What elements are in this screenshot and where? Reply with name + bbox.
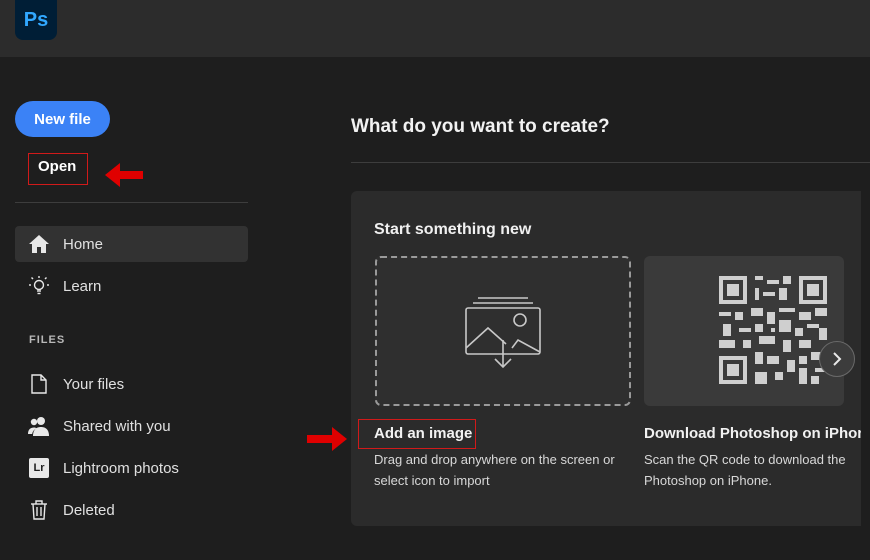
top-bar: Ps bbox=[0, 0, 870, 57]
sidebar-item-your-files[interactable]: Your files bbox=[15, 366, 248, 402]
sidebar-item-deleted[interactable]: Deleted bbox=[15, 492, 248, 528]
photoshop-logo: Ps bbox=[15, 0, 57, 40]
files-section-heading: FILES bbox=[29, 334, 66, 346]
qr-code-card[interactable] bbox=[644, 256, 844, 406]
page-title: What do you want to create? bbox=[351, 116, 610, 137]
add-image-description-line2: select icon to import bbox=[374, 473, 490, 488]
image-import-icon bbox=[465, 297, 541, 369]
annotation-arrow-right-icon bbox=[307, 427, 347, 451]
title-divider bbox=[351, 162, 870, 163]
sidebar-item-label: Lightroom photos bbox=[63, 459, 179, 477]
add-image-title[interactable]: Add an image bbox=[374, 425, 472, 442]
sidebar-item-home[interactable]: Home bbox=[15, 226, 248, 262]
sidebar-item-label: Learn bbox=[63, 277, 102, 295]
people-icon bbox=[28, 415, 50, 437]
download-iphone-description-line2: Photoshop on iPhone. bbox=[644, 473, 772, 488]
sidebar-item-shared[interactable]: Shared with you bbox=[15, 408, 248, 444]
trash-icon bbox=[28, 499, 50, 521]
sidebar-divider bbox=[15, 202, 248, 203]
sidebar-item-label: Deleted bbox=[63, 501, 115, 519]
sidebar-item-learn[interactable]: Learn bbox=[15, 268, 248, 304]
add-image-description-line1: Drag and drop anywhere on the screen or bbox=[374, 452, 615, 467]
annotation-arrow-left-icon bbox=[105, 163, 143, 187]
sidebar-item-label: Your files bbox=[63, 375, 125, 393]
new-file-button[interactable]: New file bbox=[15, 101, 110, 137]
sidebar-item-lightroom[interactable]: Lr Lightroom photos bbox=[15, 450, 248, 486]
home-icon bbox=[28, 233, 50, 255]
download-iphone-description-line1: Scan the QR code to download the bbox=[644, 452, 846, 467]
open-button[interactable]: Open bbox=[28, 153, 88, 185]
qr-code-icon bbox=[719, 276, 827, 384]
sidebar-item-label: Home bbox=[63, 235, 104, 253]
add-image-dropzone[interactable] bbox=[375, 256, 631, 406]
download-iphone-title[interactable]: Download Photoshop on iPhone bbox=[644, 425, 861, 442]
document-icon bbox=[28, 373, 50, 395]
lightbulb-icon bbox=[28, 275, 50, 297]
lightroom-icon: Lr bbox=[28, 457, 50, 479]
sidebar-item-label: Shared with you bbox=[63, 417, 171, 435]
start-new-panel: Start something new Add an image Drag an… bbox=[351, 191, 861, 526]
carousel-next-button[interactable] bbox=[819, 341, 855, 377]
panel-title: Start something new bbox=[374, 221, 532, 238]
chevron-right-icon bbox=[833, 352, 842, 366]
